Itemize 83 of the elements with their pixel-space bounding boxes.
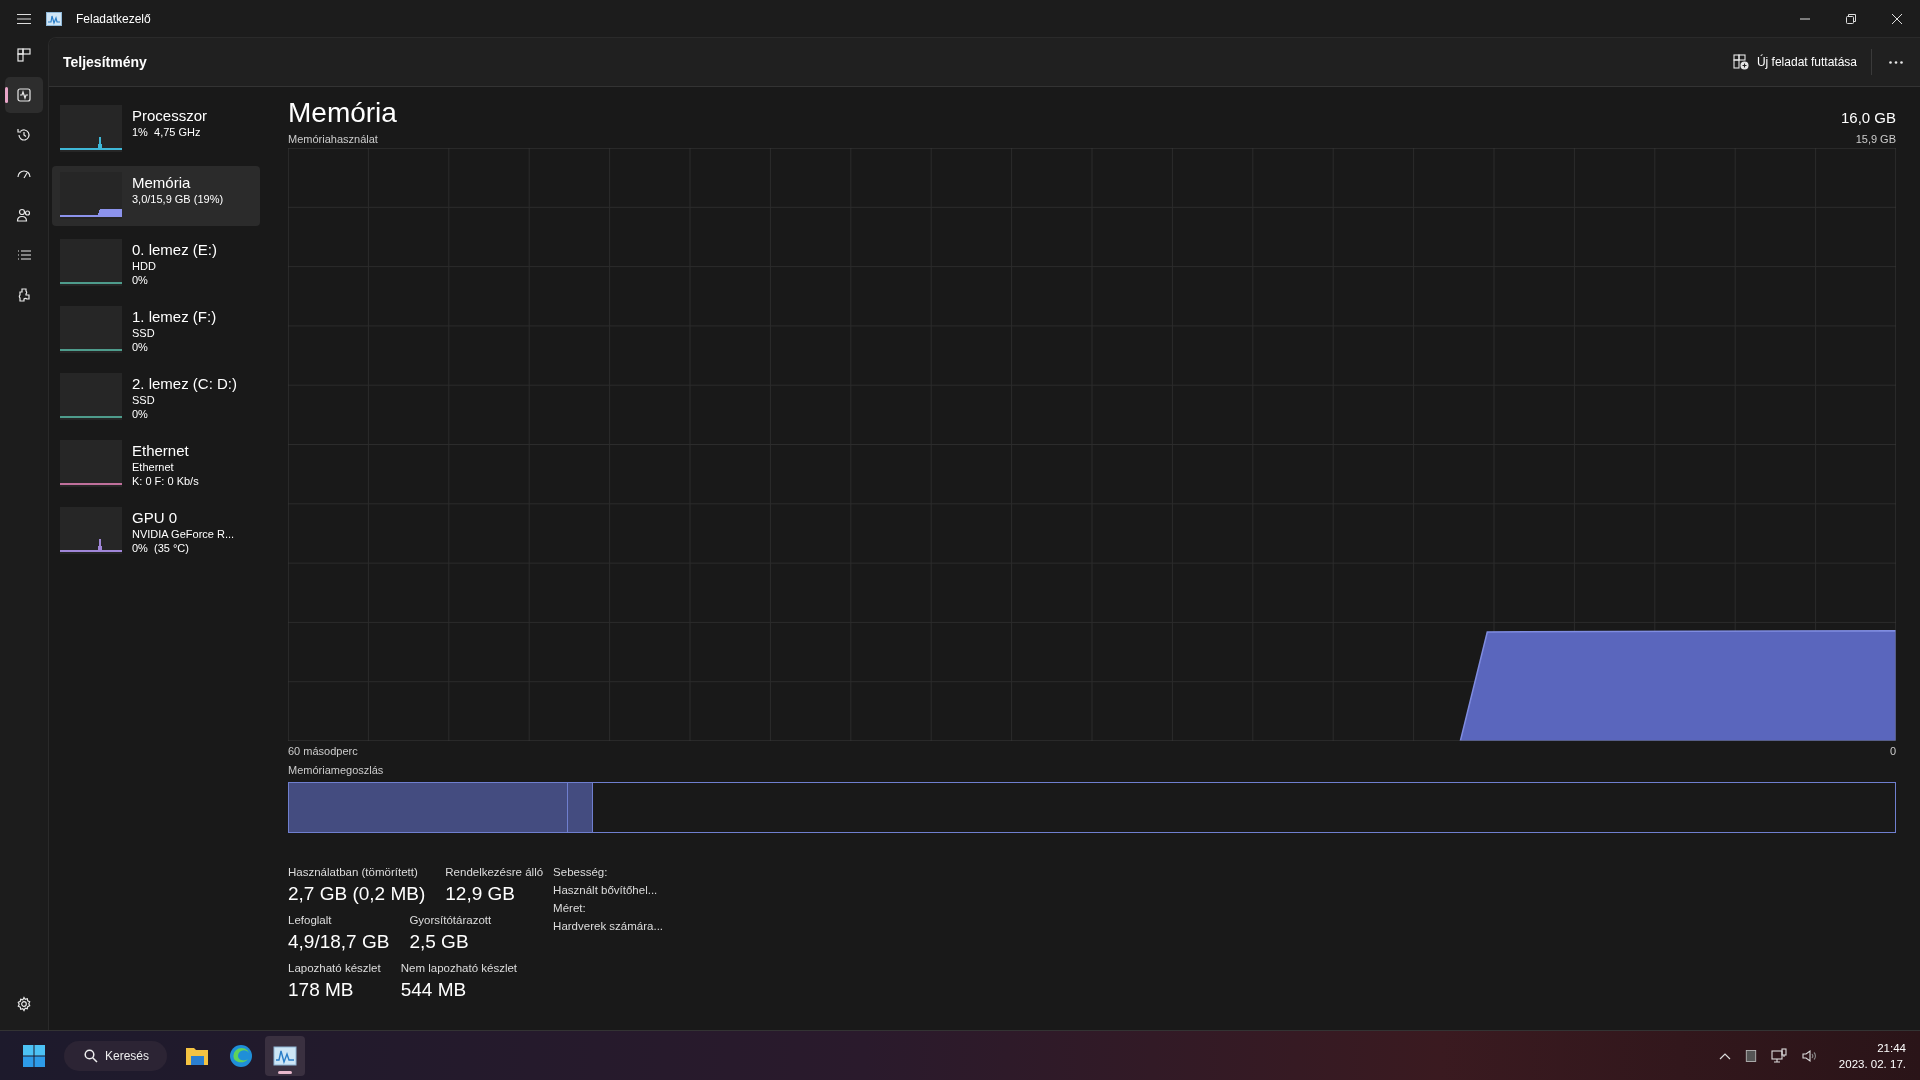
device-item[interactable]: 0. lemez (E:) HDD 0% [52,233,260,293]
performance-icon [16,87,32,103]
device-info: 0% (35 °C) [132,541,190,555]
restore-icon [1846,13,1856,24]
history-icon [16,127,32,143]
device-info: SSD [132,393,156,407]
time-start-label: 60 másodperc [288,745,358,757]
stat-label: Lefoglalt [288,913,333,928]
browser-icon [229,1043,254,1068]
device-name: 2. lemez (C: D:) [132,375,237,393]
device-graph [60,239,122,286]
device-item[interactable]: 1. lemez (F:) SSD 0% [52,300,260,360]
clock-time: 21:44 [1877,1040,1906,1056]
hardware-label: Méret: [553,901,587,916]
window-title: Feladatkezelő [76,11,151,26]
device-info: K: 0 F: 0 Kb/s [132,474,199,488]
taskbar-app[interactable] [265,1035,306,1076]
device-item[interactable]: Ethernet Ethernet K: 0 F: 0 Kb/s [52,434,260,494]
device-name: 1. lemez (F:) [132,308,217,326]
device-name: 0. lemez (E:) [132,241,218,259]
device-info: Ethernet [132,460,175,474]
more-icon [1889,60,1903,64]
device-graph [60,172,122,219]
stat-value: 544 MB [400,978,468,1002]
hardware-label: Hardverek számára... [553,919,664,934]
graph-label: Memóriahasználat [288,133,378,145]
nav-item[interactable] [5,77,43,113]
hardware-label: Használt bővítőhel... [553,883,659,898]
stat-label: Nem lapozható készlet [400,961,518,976]
device-graph [60,105,122,152]
device-graph [60,373,122,420]
composition-label: Memóriamegoszlás [288,764,384,776]
device-name: Memória [132,174,192,192]
device-info: NVIDIA GeForce R... [132,527,235,541]
device-info: 0% [132,273,149,287]
details-icon [16,247,32,263]
device-info: SSD [132,326,156,340]
time-end-label: 0 [1889,745,1896,757]
network-icon[interactable] [1770,1047,1787,1064]
device-info: HDD [132,259,157,273]
users-icon [16,207,32,223]
stat-label: Használatban (tömörített) [288,865,419,880]
detail-title: Memória [288,97,397,129]
page-title: Teljesítmény [63,54,147,70]
clock-date: 2023. 02. 17. [1838,1056,1906,1072]
device-name: Ethernet [132,442,190,460]
total-memory: 16,0 GB [1840,109,1896,128]
device-info: 1% 4,75 GHz [132,125,202,139]
task-manager-icon [273,1043,298,1068]
new-task-button[interactable]: Új feladat futtatása [1718,48,1871,76]
hardware-label: Sebesség: [553,865,609,880]
stat-value: 178 MB [288,978,355,1002]
processes-icon [16,47,32,63]
device-name: GPU 0 [132,509,178,527]
windows-logo-icon [23,1044,45,1067]
stat-value: 12,9 GB [445,882,516,906]
search-icon [84,1048,98,1063]
device-item[interactable]: GPU 0 NVIDIA GeForce R... 0% (35 °C) [52,501,260,561]
settings-icon [16,996,32,1012]
device-info: 0% [132,407,149,421]
device-graph [60,507,122,554]
stat-label: Rendelkezésre álló [445,865,544,880]
device-item[interactable]: Processzor 1% 4,75 GHz [52,99,260,159]
stat-label: Gyorsítótárazott [409,913,492,928]
device-item[interactable]: Memória 3,0/15,9 GB (19%) [52,166,260,226]
stat-value: 4,9/18,7 GB [288,930,390,954]
search-button[interactable]: Keresés [64,1040,168,1071]
device-info: 0% [132,340,149,354]
tray-app-icon[interactable] [1744,1049,1757,1062]
device-graph [60,440,122,487]
stat-value: 2,5 GB [409,930,470,954]
device-item[interactable]: 2. lemez (C: D:) SSD 0% [52,367,260,427]
speaker-icon[interactable] [1800,1047,1817,1064]
close-icon [1892,13,1902,24]
device-name: Processzor [132,107,208,125]
stat-value: 2,7 GB (0,2 MB) [288,882,426,906]
device-graph [60,306,122,353]
app-icon [46,11,62,26]
new-task-icon [1732,54,1749,70]
device-info: 3,0/15,9 GB (19%) [132,192,224,206]
stat-label: Lapozható készlet [288,961,381,976]
graph-max: 15,9 GB [1855,133,1896,145]
clock-button[interactable]: 21:44 2023. 02. 17. [1830,1039,1906,1072]
